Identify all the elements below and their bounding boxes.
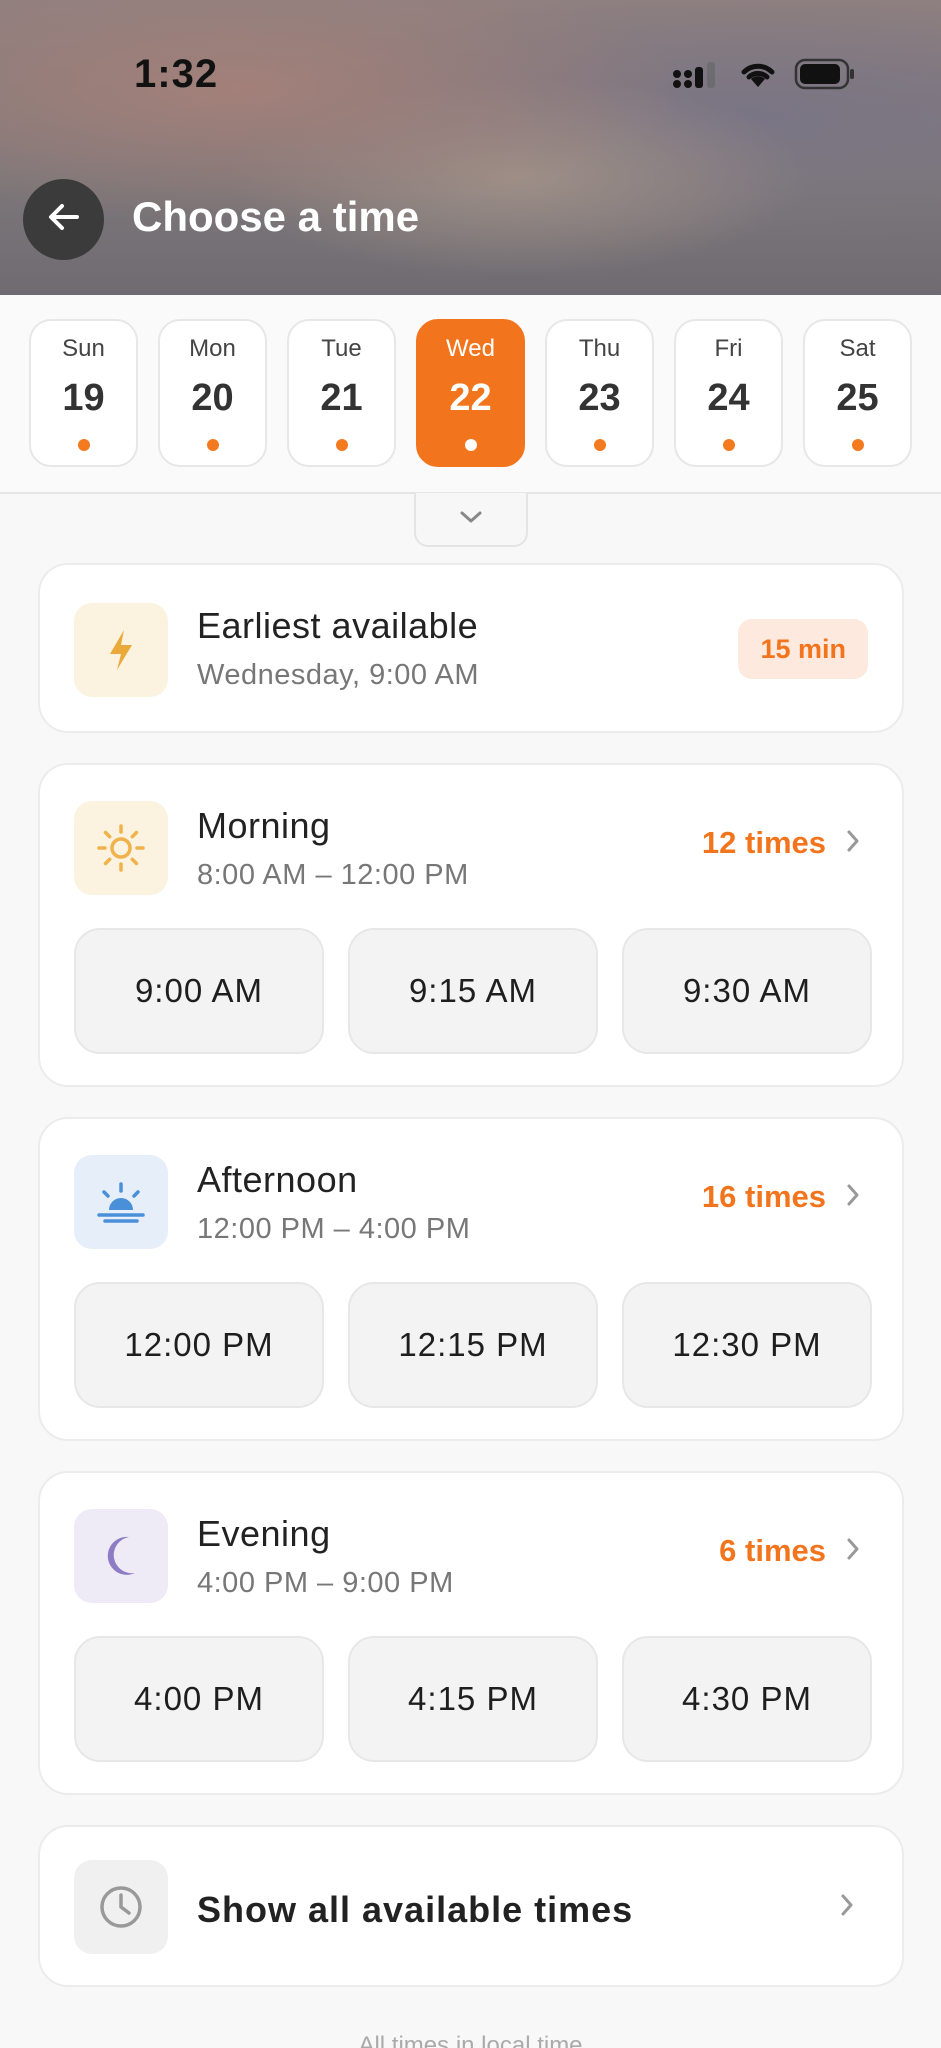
expand-calendar-button[interactable]	[414, 493, 528, 547]
moon-icon	[74, 1509, 168, 1603]
availability-dot	[464, 439, 477, 451]
day-mon[interactable]: Mon 20	[158, 319, 267, 467]
time-slot-button[interactable]: 9:30 AM	[622, 928, 872, 1054]
day-sun[interactable]: Sun 19	[29, 319, 138, 467]
day-fri[interactable]: Fri 24	[674, 319, 783, 467]
battery-icon	[794, 58, 856, 95]
time-slot-button[interactable]: 12:00 PM	[74, 1282, 324, 1408]
time-slot-button[interactable]: 4:00 PM	[74, 1636, 324, 1762]
chevron-right-icon	[846, 1533, 860, 1569]
show-all-times-button[interactable]: Show all available times	[38, 1825, 904, 1987]
earliest-title: Earliest available	[197, 605, 479, 646]
period-range: 12:00 PM – 4:00 PM	[197, 1213, 471, 1245]
day-wed-selected[interactable]: Wed 22	[416, 319, 525, 467]
day-name: Sat	[839, 335, 876, 362]
day-name: Fri	[714, 335, 743, 362]
afternoon-times-link[interactable]: 16 times	[702, 1179, 860, 1215]
chevron-right-icon	[840, 1893, 854, 1922]
lightning-icon	[74, 603, 168, 697]
arrow-left-icon	[47, 200, 81, 239]
times-count: 12 times	[701, 825, 826, 860]
day-name: Tue	[321, 335, 362, 362]
duration-badge: 15 min	[738, 619, 868, 679]
day-number: 20	[191, 377, 234, 419]
morning-times-link[interactable]: 12 times	[702, 825, 860, 861]
day-number: 23	[578, 377, 621, 419]
evening-times-link[interactable]: 6 times	[719, 1533, 860, 1569]
morning-card: Morning 8:00 AM – 12:00 PM 12 times 9:00…	[38, 763, 904, 1087]
day-number: 19	[62, 377, 105, 419]
day-sat[interactable]: Sat 25	[803, 319, 912, 467]
evening-card: Evening 4:00 PM – 9:00 PM 6 times 4:00 P…	[38, 1471, 904, 1795]
day-thu[interactable]: Thu 23	[545, 319, 654, 467]
day-selector: Sun 19 Mon 20 Tue 21 Wed 22 Thu 23 Fri 2…	[0, 295, 941, 494]
times-count: 16 times	[701, 1179, 826, 1214]
time-slot-button[interactable]: 9:00 AM	[74, 928, 324, 1054]
cellular-signal-icon	[672, 59, 722, 94]
time-slot-button[interactable]: 12:15 PM	[348, 1282, 598, 1408]
availability-dot	[206, 439, 219, 451]
chevron-down-icon	[458, 509, 484, 530]
time-slot-button[interactable]: 12:30 PM	[622, 1282, 872, 1408]
times-count: 6 times	[719, 1533, 826, 1568]
period-range: 4:00 PM – 9:00 PM	[197, 1567, 454, 1599]
day-number: 25	[836, 377, 879, 419]
sunset-icon	[74, 1155, 168, 1249]
time-slot-button[interactable]: 9:15 AM	[348, 928, 598, 1054]
afternoon-card: Afternoon 12:00 PM – 4:00 PM 16 times 12…	[38, 1117, 904, 1441]
period-title: Evening	[197, 1513, 331, 1554]
time-slot-button[interactable]: 4:15 PM	[348, 1636, 598, 1762]
availability-dot	[77, 439, 90, 451]
period-title: Morning	[197, 805, 331, 846]
day-number: 21	[320, 377, 363, 419]
chevron-right-icon	[846, 825, 860, 861]
timezone-note: All times in local time	[358, 2032, 583, 2048]
sun-icon	[74, 801, 168, 895]
availability-dot	[722, 439, 735, 451]
day-number: 24	[707, 377, 750, 419]
availability-dot	[851, 439, 864, 451]
period-range: 8:00 AM – 12:00 PM	[197, 859, 469, 891]
availability-dot	[593, 439, 606, 451]
day-number: 22	[449, 377, 492, 419]
earliest-available-card[interactable]: Earliest available Wednesday, 9:00 AM 15…	[38, 563, 904, 733]
day-name: Thu	[578, 335, 621, 362]
back-button[interactable]	[23, 179, 104, 260]
chevron-right-icon	[846, 1179, 860, 1215]
day-name: Mon	[189, 335, 236, 362]
wifi-icon	[738, 59, 778, 94]
clock-icon	[74, 1860, 168, 1954]
period-title: Afternoon	[197, 1159, 358, 1200]
status-time: 1:32	[134, 52, 219, 96]
time-slot-button[interactable]: 4:30 PM	[622, 1636, 872, 1762]
status-bar: 1:32	[0, 0, 941, 150]
day-name: Sun	[62, 335, 105, 362]
day-name: Wed	[446, 335, 495, 362]
earliest-subtitle: Wednesday, 9:00 AM	[197, 659, 479, 691]
status-icons	[672, 58, 856, 94]
availability-dot	[335, 439, 348, 451]
header: 1:32 Choose a time	[0, 0, 941, 295]
page-title: Choose a time	[132, 193, 420, 240]
show-all-label: Show all available times	[197, 1889, 634, 1930]
day-tue[interactable]: Tue 21	[287, 319, 396, 467]
